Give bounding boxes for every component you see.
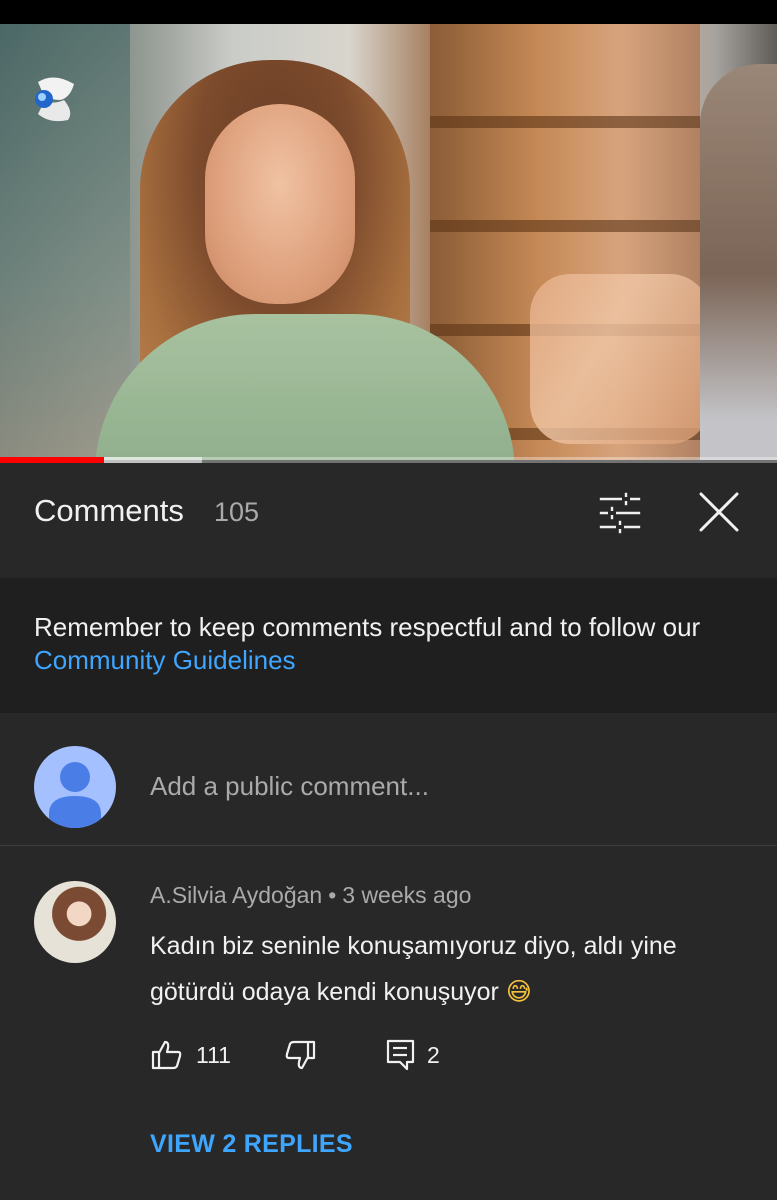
like-count: 111	[196, 1042, 231, 1068]
thumbs-up-icon[interactable]	[150, 1038, 184, 1072]
status-strip	[0, 0, 777, 24]
video-person-face	[205, 104, 355, 304]
comment-body: Kadın biz seninle konuşamıyoruz diyo, al…	[150, 932, 677, 1006]
reply-count: 2	[427, 1042, 440, 1068]
comment-item: A.Silvia Aydoğan • 3 weeks ago Kadın biz s…	[0, 846, 777, 1200]
thumbs-down-icon[interactable]	[283, 1038, 317, 1072]
comment-time: 3 weeks ago	[342, 882, 472, 908]
add-comment-row: Add a public comment...	[0, 713, 777, 846]
guidelines-text: Remember to keep comments respectful and…	[34, 612, 701, 642]
comment-emoji: 😅	[505, 977, 532, 1006]
video-person-right	[700, 64, 777, 460]
commenter-avatar[interactable]	[34, 881, 116, 963]
comment-author[interactable]: A.Silvia Aydoğan	[150, 882, 322, 908]
meta-separator: •	[328, 882, 337, 908]
user-avatar-icon	[34, 746, 116, 828]
channel-logo-icon	[35, 77, 74, 122]
close-icon[interactable]	[696, 489, 742, 535]
community-guidelines-notice: Remember to keep comments respectful and…	[0, 578, 777, 713]
community-guidelines-link[interactable]: Community Guidelines	[34, 645, 296, 675]
sort-filter-icon[interactable]	[598, 491, 642, 535]
comments-count: 105	[214, 497, 260, 527]
comment-actions: 111 2	[150, 1038, 550, 1078]
video-background-bread	[530, 274, 710, 444]
comments-title: Comments	[34, 493, 184, 528]
reply-icon[interactable]	[385, 1038, 419, 1072]
comment-text: Kadın biz seninle konuşamıyoruz diyo, al…	[150, 924, 740, 1015]
comment-meta: A.Silvia Aydoğan • 3 weeks ago	[150, 882, 471, 909]
comments-header: Comments 105	[0, 463, 777, 578]
view-replies-button[interactable]: VIEW 2 REPLIES	[150, 1130, 353, 1159]
video-player[interactable]	[0, 24, 777, 460]
add-comment-input[interactable]: Add a public comment...	[150, 771, 429, 802]
